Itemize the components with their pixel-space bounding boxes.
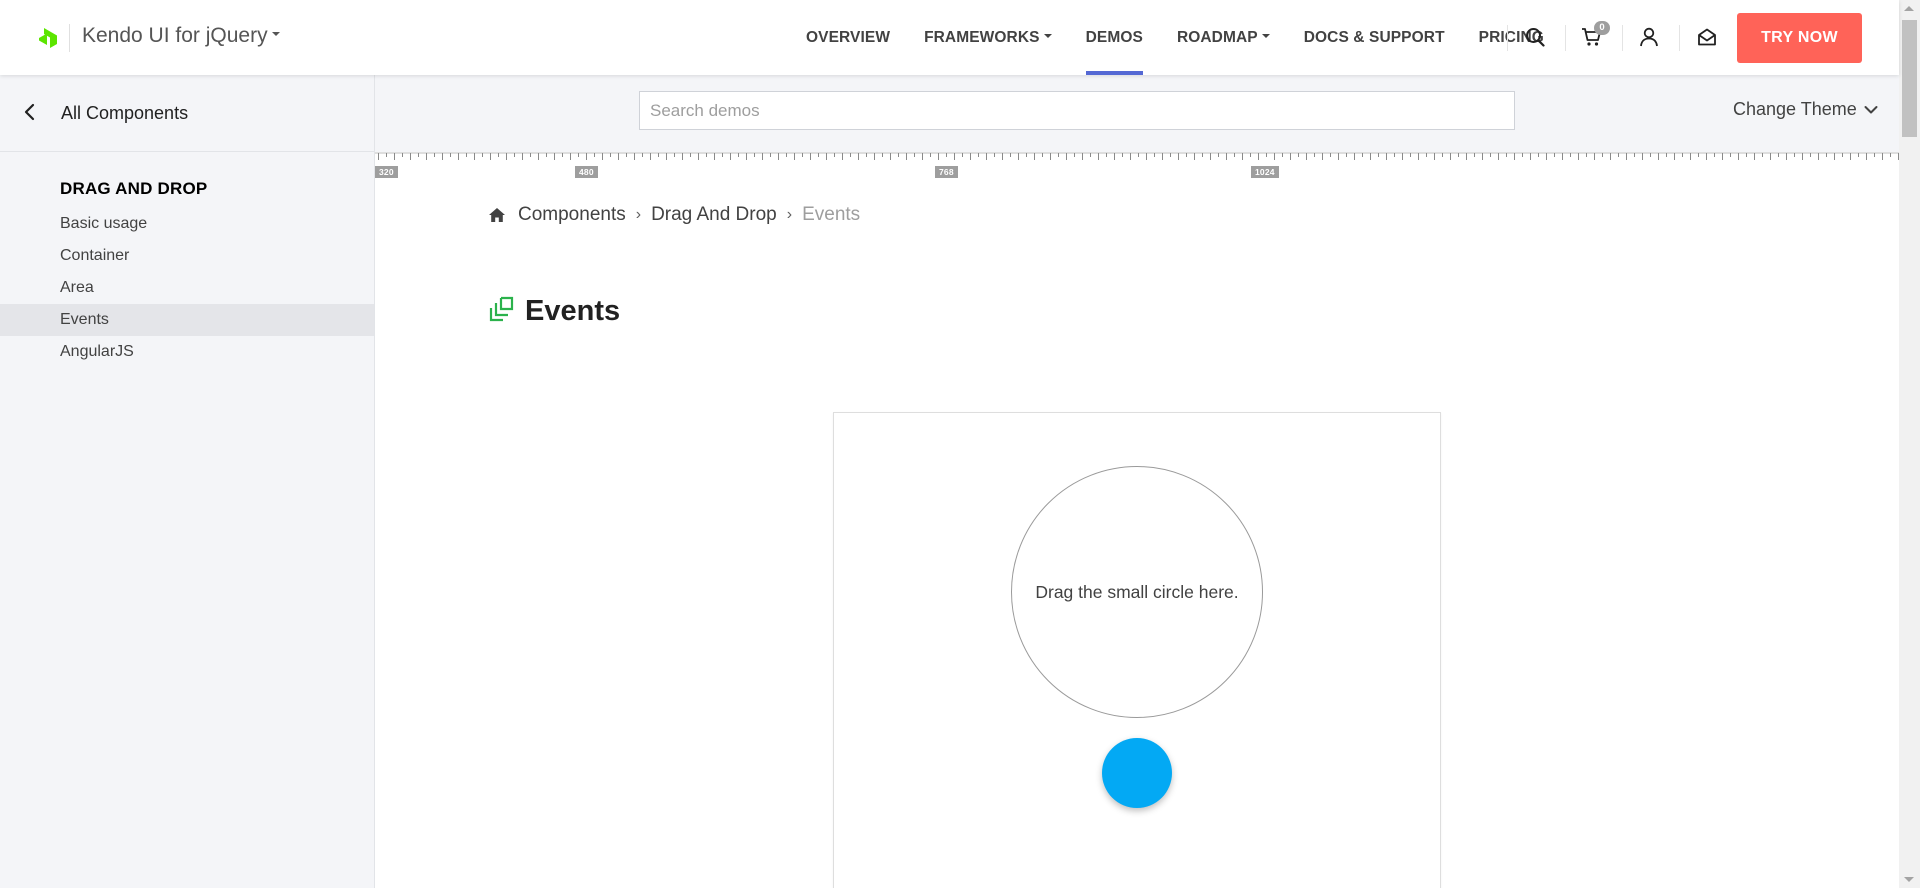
cart-button[interactable]: 0 bbox=[1577, 21, 1610, 52]
home-icon bbox=[489, 208, 505, 222]
caret-down-icon bbox=[1261, 34, 1270, 38]
drop-target-text: Drag the small circle here. bbox=[1035, 581, 1239, 602]
top-header: Kendo UI for jQuery OVERVIEW FRAMEWORKS … bbox=[0, 0, 1899, 75]
contact-button[interactable] bbox=[1692, 22, 1722, 52]
sidebar-item-basic-usage[interactable]: Basic usage bbox=[0, 208, 374, 240]
change-theme-button[interactable]: Change Theme bbox=[1733, 99, 1878, 120]
product-name: Kendo UI for jQuery bbox=[82, 24, 268, 47]
breakpoint-768-marker: 768 bbox=[935, 166, 958, 178]
user-icon bbox=[1640, 27, 1658, 47]
all-components-link[interactable]: All Components bbox=[0, 75, 374, 152]
draggable-circle[interactable] bbox=[1102, 738, 1172, 808]
nav-frameworks-label: FRAMEWORKS bbox=[924, 28, 1040, 46]
breadcrumb: Components › Drag And Drop › Events bbox=[488, 203, 860, 227]
nav-overview-label: OVERVIEW bbox=[806, 28, 891, 46]
breadcrumb-drag-and-drop[interactable]: Drag And Drop bbox=[651, 204, 777, 226]
home-link[interactable] bbox=[488, 207, 506, 223]
breadcrumb-separator-icon: › bbox=[786, 206, 793, 223]
logo-divider bbox=[69, 24, 70, 52]
ruler-ticks bbox=[375, 152, 1899, 160]
search-demos-input[interactable] bbox=[639, 91, 1515, 130]
breadcrumb-current: Events bbox=[802, 204, 861, 225]
sidebar-item-angularjs[interactable]: AngularJS bbox=[0, 336, 374, 368]
page-scrollbar[interactable] bbox=[1899, 0, 1920, 888]
viewport-ruler[interactable] bbox=[375, 152, 1899, 182]
nav-overview[interactable]: OVERVIEW bbox=[789, 0, 907, 75]
nav-demos-label: DEMOS bbox=[1085, 28, 1143, 46]
progress-logo-icon[interactable] bbox=[36, 24, 62, 50]
nav-docs-support-label: DOCS & SUPPORT bbox=[1303, 28, 1445, 46]
page-title: Events bbox=[525, 295, 621, 327]
breadcrumb-separator-icon: › bbox=[635, 206, 642, 223]
breakpoint-480-marker: 480 bbox=[575, 166, 598, 178]
try-now-button[interactable]: TRY NOW bbox=[1737, 13, 1862, 63]
sidebar-item-area[interactable]: Area bbox=[0, 272, 374, 304]
caret-down-icon bbox=[271, 32, 280, 37]
header-divider bbox=[1507, 25, 1508, 51]
scroll-down-icon[interactable] bbox=[1904, 877, 1914, 882]
product-switcher[interactable]: Kendo UI for jQuery bbox=[82, 24, 280, 48]
drag-and-drop-icon bbox=[489, 296, 514, 321]
breakpoint-1024-marker: 1024 bbox=[1251, 166, 1279, 178]
header-divider bbox=[1679, 25, 1680, 51]
scroll-up-icon[interactable] bbox=[1904, 6, 1914, 11]
nav-frameworks[interactable]: FRAMEWORKS bbox=[907, 0, 1069, 75]
sidebar-section-title: DRAG AND DROP bbox=[60, 179, 208, 198]
page-header: Events bbox=[488, 295, 620, 328]
drop-target-circle[interactable]: Drag the small circle here. bbox=[1011, 466, 1263, 718]
mail-icon bbox=[1698, 28, 1716, 46]
nav-demos[interactable]: DEMOS bbox=[1069, 0, 1160, 75]
header-divider bbox=[1565, 25, 1566, 51]
account-button[interactable] bbox=[1634, 22, 1664, 52]
sidebar-item-container[interactable]: Container bbox=[0, 240, 374, 272]
search-icon bbox=[1526, 28, 1545, 47]
demo-container: Drag the small circle here. bbox=[833, 412, 1441, 888]
cart-count-badge: 0 bbox=[1594, 21, 1610, 35]
chevron-left-icon bbox=[24, 103, 35, 121]
nav-roadmap[interactable]: ROADMAP bbox=[1160, 0, 1287, 75]
header-divider bbox=[1622, 25, 1623, 51]
sidebar: All Components DRAG AND DROP Basic usage… bbox=[0, 75, 375, 888]
nav-roadmap-label: ROADMAP bbox=[1176, 28, 1258, 46]
search-button[interactable] bbox=[1520, 22, 1550, 52]
breadcrumb-components[interactable]: Components bbox=[518, 204, 626, 226]
demo-toolbar: Change Theme 320 480 768 1024 bbox=[375, 75, 1899, 182]
nav-docs-support[interactable]: DOCS & SUPPORT bbox=[1287, 0, 1462, 75]
scrollbar-thumb[interactable] bbox=[1902, 20, 1917, 137]
caret-down-icon bbox=[1043, 34, 1052, 38]
chevron-down-icon bbox=[1864, 105, 1878, 113]
change-theme-label: Change Theme bbox=[1733, 99, 1857, 119]
breakpoint-320-marker: 320 bbox=[375, 166, 398, 178]
sidebar-item-events[interactable]: Events bbox=[0, 304, 374, 336]
sidebar-demo-list: Basic usage Container Area Events Angula… bbox=[0, 208, 374, 368]
main-nav: OVERVIEW FRAMEWORKS DEMOS ROADMAP DOCS &… bbox=[789, 0, 1561, 75]
all-components-label: All Components bbox=[61, 103, 189, 123]
